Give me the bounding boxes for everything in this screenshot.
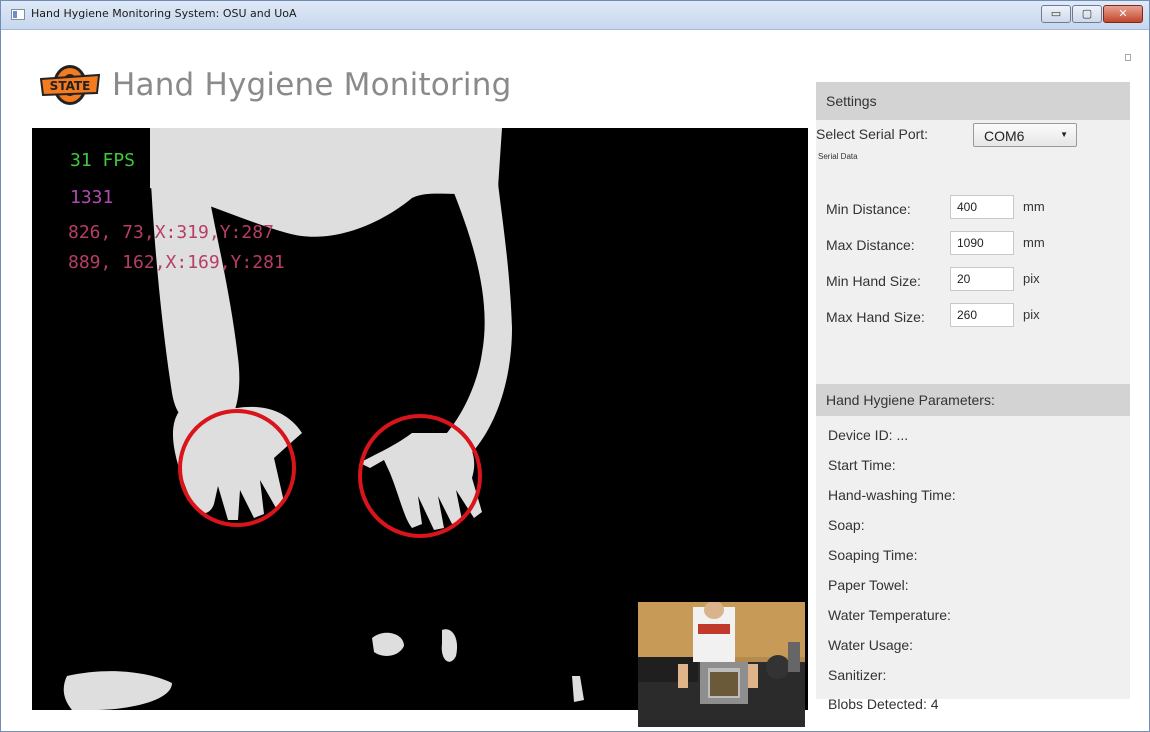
maximize-icon: ▢ — [1081, 7, 1093, 20]
close-button[interactable]: ✕ — [1103, 5, 1143, 23]
start-time-label: Start Time: — [828, 457, 896, 473]
min-distance-input[interactable]: 400 — [950, 195, 1014, 219]
rgb-camera-preview — [638, 602, 805, 727]
max-hand-size-input[interactable]: 260 — [950, 303, 1014, 327]
hand-coords-1: 826, 73,X:319,Y:287 — [68, 222, 274, 243]
settings-header: Settings — [816, 82, 1130, 120]
osu-logo: STATE — [39, 65, 101, 105]
corner-restore-icon[interactable] — [1125, 54, 1131, 61]
close-icon: ✕ — [1118, 7, 1128, 20]
min-hand-size-input[interactable]: 20 — [950, 267, 1014, 291]
app-window-icon — [11, 9, 25, 20]
logo-text: STATE — [50, 79, 91, 93]
serial-port-select[interactable]: COM6 ▼ — [973, 123, 1077, 147]
serial-port-value: COM6 — [984, 128, 1025, 144]
page-title: Hand Hygiene Monitoring — [112, 67, 512, 103]
max-hand-size-unit: pix — [1023, 307, 1040, 322]
rgb-scene — [638, 602, 805, 727]
max-distance-label: Max Distance: — [826, 237, 915, 253]
min-distance-label: Min Distance: — [826, 201, 911, 217]
soaping-time-label: Soaping Time: — [828, 547, 918, 563]
handwashing-time-label: Hand-washing Time: — [828, 487, 956, 503]
hand-coords-2: 889, 162,X:169,Y:281 — [68, 252, 285, 273]
settings-panel: Settings Select Serial Port: COM6 ▼ Seri… — [816, 82, 1130, 712]
min-distance-unit: mm — [1023, 199, 1045, 214]
parameters-header: Hand Hygiene Parameters: — [816, 384, 1130, 416]
device-id-label: Device ID: ... — [828, 427, 909, 443]
dropdown-arrow-icon: ▼ — [1060, 130, 1068, 139]
min-hand-size-unit: pix — [1023, 271, 1040, 286]
water-temperature-label: Water Temperature: — [828, 607, 951, 623]
max-hand-size-label: Max Hand Size: — [826, 309, 925, 325]
serial-port-label: Select Serial Port: — [816, 126, 929, 142]
pixel-count-readout: 1331 — [70, 187, 114, 208]
fps-readout: 31 FPS — [70, 150, 136, 171]
soap-label: Soap: — [828, 517, 865, 533]
minimize-icon: ▭ — [1050, 7, 1062, 20]
sanitizer-label: Sanitizer: — [828, 667, 887, 683]
min-hand-size-label: Min Hand Size: — [826, 273, 921, 289]
maximize-button[interactable]: ▢ — [1072, 5, 1102, 23]
minimize-button[interactable]: ▭ — [1041, 5, 1071, 23]
window-title: Hand Hygiene Monitoring System: OSU and … — [31, 7, 297, 20]
title-bar[interactable]: Hand Hygiene Monitoring System: OSU and … — [1, 1, 1149, 30]
serial-data-label: Serial Data — [818, 152, 858, 161]
app-window: Hand Hygiene Monitoring System: OSU and … — [0, 0, 1150, 732]
paper-towel-label: Paper Towel: — [828, 577, 909, 593]
water-usage-label: Water Usage: — [828, 637, 914, 653]
blobs-detected-label: Blobs Detected: 4 — [828, 696, 939, 712]
max-distance-input[interactable]: 1090 — [950, 231, 1014, 255]
max-distance-unit: mm — [1023, 235, 1045, 250]
